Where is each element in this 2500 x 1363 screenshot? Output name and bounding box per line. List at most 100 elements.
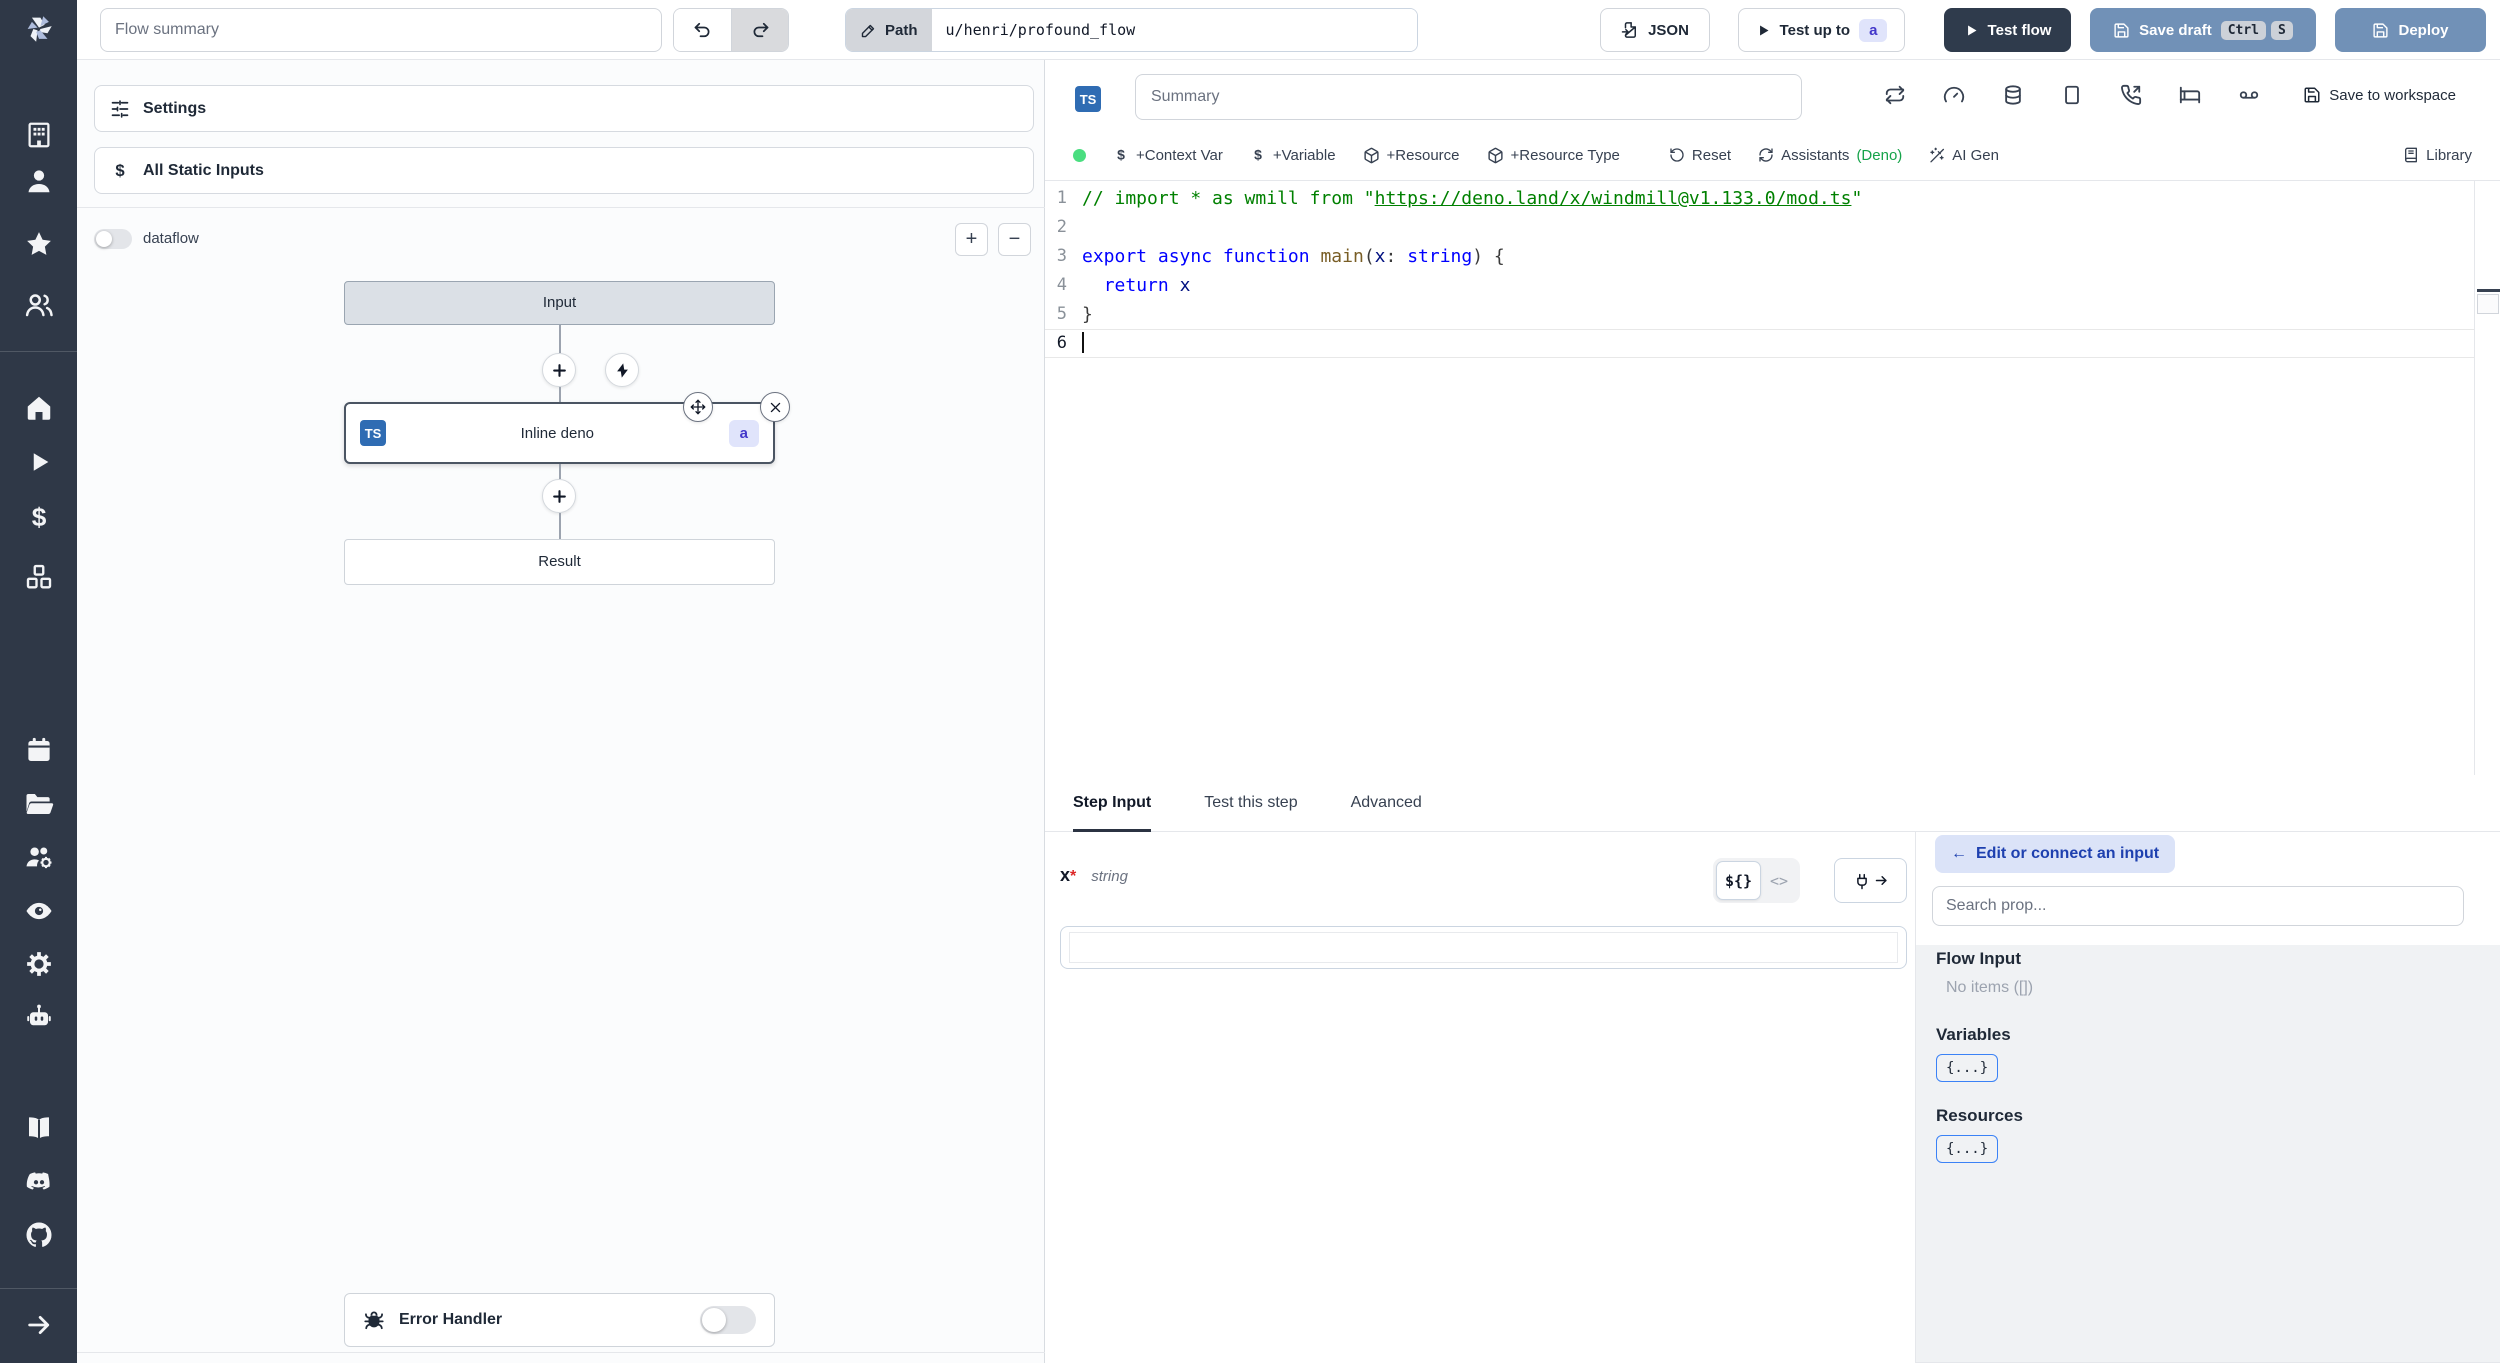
assistants-button[interactable]: Assistants (Deno) (1758, 147, 1902, 164)
search-prop-input[interactable] (1932, 886, 2464, 926)
insert-trigger-button[interactable] (605, 353, 639, 387)
tab-advanced[interactable]: Advanced (1351, 775, 1422, 831)
undo-button[interactable] (674, 9, 731, 51)
flow-panel-bottom-divider (77, 1352, 1045, 1353)
path-value-input[interactable] (931, 9, 1417, 51)
deploy-button[interactable]: Deploy (2335, 8, 2486, 52)
save-to-workspace-button[interactable]: Save to workspace (2303, 86, 2456, 104)
github-icon[interactable] (0, 1218, 77, 1252)
flow-summary-input[interactable] (100, 8, 662, 52)
error-handler-node[interactable]: Error Handler (344, 1293, 775, 1347)
flow-input-node[interactable]: Input (344, 281, 775, 325)
docs-book-icon[interactable] (0, 1111, 77, 1145)
close-icon (770, 402, 780, 412)
edge-line (559, 387, 561, 402)
groups-users-icon[interactable] (0, 288, 77, 322)
ai-bot-icon[interactable] (0, 1000, 77, 1034)
resources-boxes-icon[interactable] (0, 560, 77, 594)
step-arg-input-inner (1069, 932, 1898, 963)
audit-eye-icon[interactable] (0, 894, 77, 928)
cache-database-icon[interactable] (2002, 84, 2024, 106)
zoom-in-button[interactable]: + (955, 223, 988, 256)
favorites-star-icon[interactable] (0, 227, 77, 261)
undo-redo-group (673, 8, 789, 52)
workspace-building-icon[interactable] (0, 118, 77, 152)
insert-step-button[interactable] (542, 479, 576, 513)
expand-sidebar-arrow-icon[interactable] (0, 1308, 77, 1342)
resources-object-button[interactable]: {...} (1936, 1135, 1999, 1163)
redo-icon (753, 22, 769, 38)
dollar-icon: $ (1117, 147, 1125, 163)
editor-scrollbar[interactable] (2474, 181, 2500, 775)
code-editor[interactable]: 1// import * as wmill from "https://deno… (1045, 181, 2474, 775)
code-mode-button[interactable]: <> (1761, 872, 1797, 890)
add-resource-type-button[interactable]: +Resource Type (1487, 147, 1620, 164)
edge-line (559, 513, 561, 539)
all-static-inputs-button[interactable]: $ All Static Inputs (94, 147, 1034, 194)
svg-text:$: $ (31, 503, 46, 532)
step-summary-input[interactable] (1135, 74, 1802, 120)
ai-gen-button[interactable]: AI Gen (1929, 147, 1999, 164)
arrow-right-icon (1875, 876, 1887, 885)
zoom-out-button[interactable]: − (998, 223, 1031, 256)
variables-dollar-icon[interactable]: $ (0, 501, 77, 535)
file-json-icon (1621, 22, 1637, 38)
test-up-to-step-badge[interactable]: a (1859, 18, 1888, 42)
add-resource-button[interactable]: +Resource (1363, 147, 1460, 164)
connect-input-button[interactable] (1834, 858, 1907, 903)
test-flow-button[interactable]: Test flow (1944, 8, 2071, 52)
path-button[interactable]: Path (846, 9, 932, 51)
expr-mode-button[interactable]: ${} (1716, 861, 1761, 900)
flow-settings-label: Settings (143, 99, 207, 117)
windmill-logo-icon[interactable] (0, 12, 77, 46)
workers-users-cog-icon[interactable] (0, 840, 77, 874)
voicemail-icon[interactable] (2238, 84, 2260, 106)
redo-button[interactable] (731, 9, 788, 51)
dataflow-toggle-label: dataflow (143, 230, 199, 247)
add-variable-button[interactable]: $ +Variable (1250, 147, 1336, 164)
move-icon (690, 399, 706, 415)
schedules-calendar-icon[interactable] (0, 733, 77, 767)
retries-repeat-icon[interactable] (1884, 84, 1906, 106)
library-button[interactable]: Library (2403, 147, 2472, 164)
plus-icon (552, 363, 566, 377)
minimap-slider[interactable] (2477, 294, 2499, 314)
test-up-to-button[interactable]: Test up to a (1738, 8, 1905, 52)
error-handler-toggle[interactable] (700, 1306, 756, 1334)
sidebar-divider (0, 1288, 77, 1289)
move-step-button[interactable] (683, 392, 713, 422)
save-draft-button[interactable]: Save draft Ctrl S (2090, 8, 2316, 52)
reset-button[interactable]: Reset (1669, 147, 1731, 164)
settings-gear-icon[interactable] (0, 947, 77, 981)
test-flow-label: Test flow (1987, 21, 2052, 39)
bug-icon (364, 1311, 384, 1330)
sidebar-divider (0, 351, 77, 352)
json-button-label: JSON (1648, 21, 1689, 39)
tab-step-input[interactable]: Step Input (1073, 775, 1152, 832)
dataflow-toggle[interactable] (94, 229, 132, 249)
runs-play-icon[interactable] (0, 445, 77, 479)
assistants-lang: (Deno) (1856, 146, 1903, 164)
user-icon[interactable] (0, 164, 77, 198)
delete-step-button[interactable] (760, 392, 790, 422)
variables-title: Variables (1936, 1025, 2011, 1044)
insert-step-button[interactable] (542, 353, 576, 387)
flow-input-empty: No items ([]) (1946, 979, 2034, 996)
json-button[interactable]: JSON (1600, 8, 1710, 52)
discord-icon[interactable] (0, 1165, 77, 1199)
flow-settings-button[interactable]: Settings (94, 85, 1034, 132)
add-context-var-button[interactable]: $ +Context Var (1113, 147, 1223, 164)
variables-object-button[interactable]: {...} (1936, 1054, 1999, 1082)
home-icon[interactable] (0, 391, 77, 425)
sleep-bed-icon[interactable] (2179, 84, 2201, 106)
flow-result-node[interactable]: Result (344, 539, 775, 585)
tab-test-this-step[interactable]: Test this step (1204, 775, 1297, 831)
save-icon (2373, 22, 2389, 38)
step-arg-input[interactable] (1070, 933, 1897, 962)
concurrency-square-icon[interactable] (2061, 84, 2083, 106)
timeout-gauge-icon[interactable] (1943, 84, 1965, 106)
cursor-ruler-mark (2477, 289, 2500, 292)
phone-incoming-icon[interactable] (2120, 84, 2142, 106)
folders-icon[interactable] (0, 787, 77, 821)
edit-or-connect-button[interactable]: ← Edit or connect an input (1935, 835, 2176, 873)
